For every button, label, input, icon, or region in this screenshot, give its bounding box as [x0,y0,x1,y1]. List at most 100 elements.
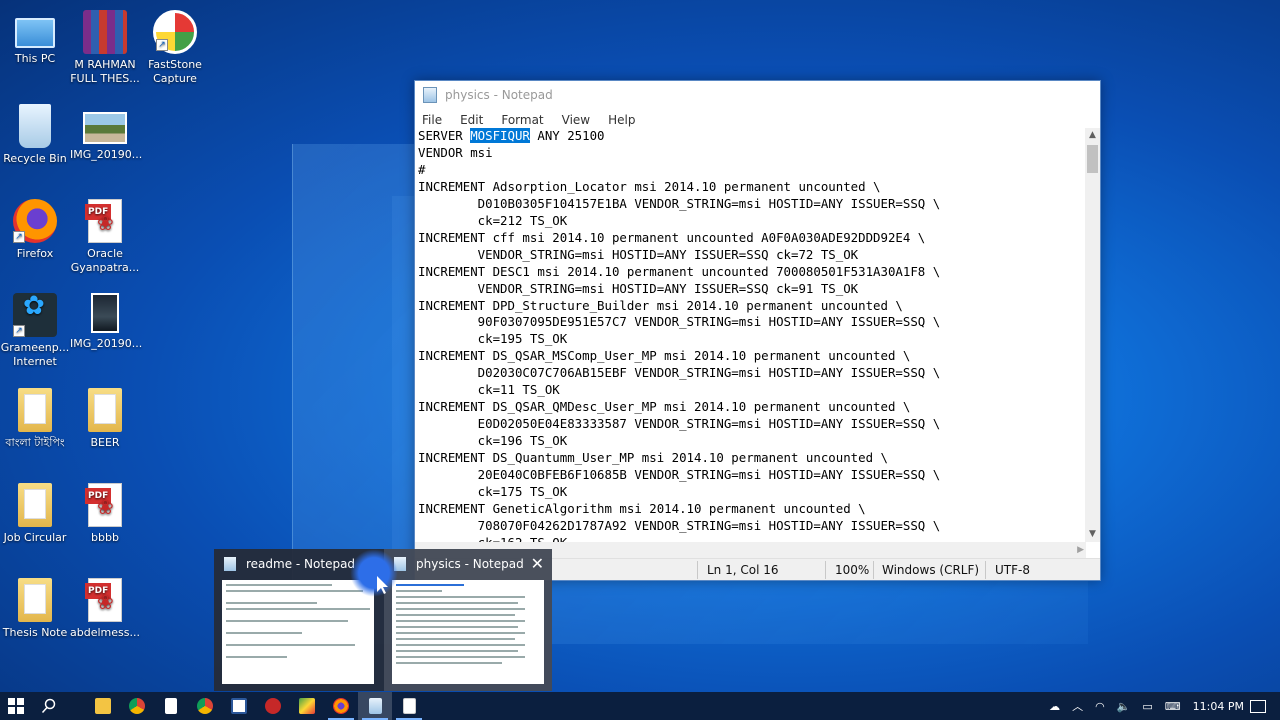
shortcut-arrow-icon: ↗ [13,231,25,243]
thumbnail-physics[interactable]: physics - Notepad ✕ [384,549,552,691]
notepad-icon [224,557,236,571]
wifi-icon[interactable]: ◠ [1095,700,1105,713]
desktop-icon-thesis-archive[interactable]: M RAHMAN FULL THES... [70,10,140,86]
desktop-icon-firefox[interactable]: ↗ Firefox [0,199,70,261]
image-thumbnail-icon [91,293,119,333]
computer-icon [15,18,55,48]
chrome-icon [129,698,145,714]
desktop-icon-label: Thesis Note [2,626,68,639]
menu-help[interactable]: Help [606,111,637,129]
desktop-icon-image-2[interactable]: IMG_20190... [70,293,143,351]
grameenphone-icon: ↗ [13,293,57,337]
folder-icon [88,388,122,432]
pdf-file-icon [85,199,122,243]
desktop-icon-beer[interactable]: BEER [70,388,140,450]
menu-file[interactable]: File [420,111,444,129]
desktop-icon-label: This PC [14,52,56,65]
desktop-icon-image-1[interactable]: IMG_20190... [70,104,143,162]
desktop-icon-abdelmess[interactable]: abdelmess... [70,578,140,640]
shortcut-arrow-icon: ↗ [156,39,168,51]
volume-icon[interactable]: 🔈 [1117,700,1131,713]
desktop-icon-this-pc[interactable]: This PC [0,10,70,66]
taskbar-chrome[interactable] [120,692,154,720]
desktop-icon-label: বাংলা টাইপিং [5,436,65,449]
desktop-icon-bbbb[interactable]: bbbb [70,483,140,545]
search-button[interactable] [32,692,66,720]
scrollbar-thumb[interactable] [1087,145,1098,173]
start-button[interactable] [0,692,32,720]
taskbar-word[interactable] [222,692,256,720]
pdf-file-icon [85,578,122,622]
thumbnail-title: physics - Notepad [416,557,524,571]
notepad-icon [402,698,416,714]
windows-logo-icon [8,698,24,714]
taskbar-file-explorer[interactable] [86,692,120,720]
desktop-icon-label: FastStone Capture [148,58,202,85]
desktop-icon-label: BEER [90,436,120,449]
desktop-icon-label: Grameenp... Internet [0,341,70,368]
action-center-icon[interactable] [1250,699,1266,713]
vertical-scrollbar[interactable]: ▲ ▼ [1085,128,1100,542]
winrar-archive-icon [83,10,127,54]
desktop-icon-oracle-pdf[interactable]: Oracle Gyanpatra... [70,199,140,275]
cursor-position: Ln 1, Col 16 [707,563,779,577]
cursor-highlight [350,549,398,597]
document-text[interactable]: SERVER MOSFIQUR ANY 25100 VENDOR msi # I… [415,128,1086,542]
search-icon [41,698,56,714]
desktop-icon-label: IMG_20190... [70,337,143,350]
desktop-icon-label: M RAHMAN FULL THES... [70,58,140,85]
notepad-window[interactable]: physics - Notepad File Edit Format View … [414,80,1101,581]
desktop-icon-label: IMG_20190... [70,148,143,161]
system-tray: ☁ ︿ ◠ 🔈 ▭ ⌨ 11:04 PM [1043,692,1280,720]
line-prefix: SERVER [418,128,471,143]
notepad-icon [423,87,437,103]
status-divider [697,561,698,579]
taskbar-notepad-active[interactable] [358,692,392,720]
document-body: VENDOR msi # INCREMENT Adsorption_Locato… [418,144,941,542]
taskbar: ☁ ︿ ◠ 🔈 ▭ ⌨ 11:04 PM [0,692,1280,720]
scroll-up-icon[interactable]: ▲ [1085,128,1100,143]
folder-icon [95,698,111,714]
window-title: physics - Notepad [445,88,553,102]
taskbar-pdf-reader[interactable] [256,692,290,720]
recycle-bin-icon [19,104,51,148]
thumbnail-preview [222,580,374,684]
desktop-icon-recycle-bin[interactable]: Recycle Bin [0,104,70,166]
taskbar-notepad-blank[interactable] [154,692,188,720]
desktop-icon-label: Oracle Gyanpatra... [70,247,140,274]
desktop-icon-bangla-typing[interactable]: বাংলা টাইপিং [0,388,70,450]
pdf-reader-icon [265,698,281,714]
notepad-title-bar[interactable]: physics - Notepad [415,81,1100,109]
text-editor-area[interactable]: SERVER MOSFIQUR ANY 25100 VENDOR msi # I… [415,128,1086,542]
onedrive-icon[interactable]: ☁ [1049,700,1060,713]
clock[interactable]: 11:04 PM [1193,700,1244,713]
menu-view[interactable]: View [560,111,592,129]
desktop-icon-job-circular[interactable]: Job Circular [0,483,70,545]
show-hidden-icons-icon[interactable]: ︿ [1072,698,1083,714]
close-icon[interactable]: ✕ [531,556,544,572]
folder-icon [18,388,52,432]
taskbar-tool[interactable] [290,692,324,720]
line-suffix: ANY 25100 [529,128,605,143]
image-thumbnail-icon [83,112,127,144]
zoom-level: 100% [835,563,870,577]
taskbar-chrome-app[interactable] [188,692,222,720]
shortcut-arrow-icon: ↗ [13,325,25,337]
taskbar-notepad-2[interactable] [392,692,426,720]
firefox-icon [333,698,349,714]
desktop-icon-label: Job Circular [3,531,67,544]
word-icon [231,698,247,714]
desktop-icon-faststone[interactable]: ↗ FastStone Capture [140,10,210,86]
scroll-right-icon[interactable]: ▶ [1077,542,1084,559]
taskbar-firefox[interactable] [324,692,358,720]
scroll-down-icon[interactable]: ▼ [1085,527,1100,542]
menu-format[interactable]: Format [499,111,545,129]
desktop-icon-grameenphone[interactable]: ↗ Grameenp... Internet [0,293,70,369]
tool-icon [299,698,315,714]
desktop-icon-thesis-note[interactable]: Thesis Note [0,578,70,640]
document-icon [165,698,177,714]
keyboard-icon[interactable]: ⌨ [1165,700,1181,713]
menu-edit[interactable]: Edit [458,111,485,129]
battery-icon[interactable]: ▭ [1142,700,1152,713]
status-divider [985,561,986,579]
